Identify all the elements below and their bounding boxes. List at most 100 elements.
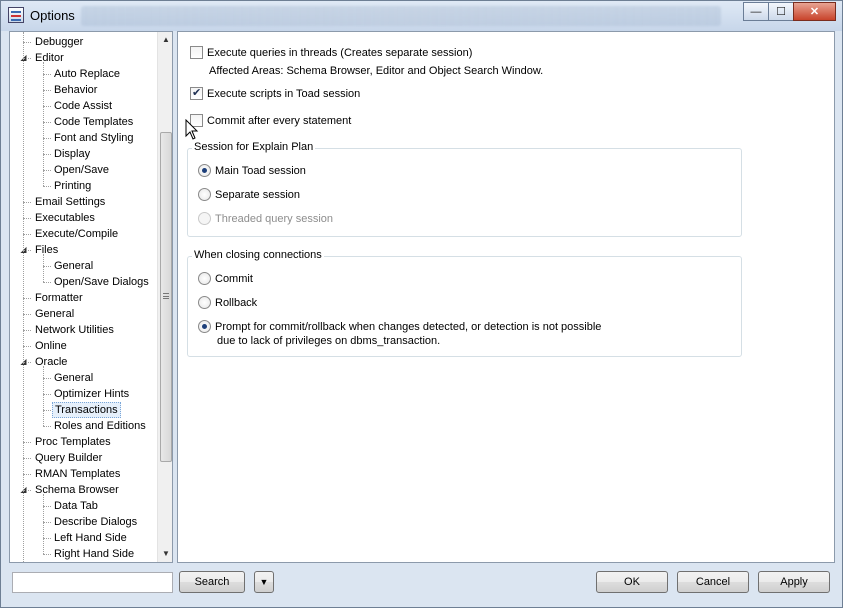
options-tree[interactable]: Debugger ◢ Editor Auto Replace Behavior Code … (9, 31, 173, 563)
radio-rollback[interactable]: Rollback (198, 296, 257, 309)
caption-buttons: — ☐ ✕ (743, 2, 836, 21)
minimize-button[interactable]: — (743, 2, 769, 21)
tree-item-execute-compile[interactable]: Execute/Compile (33, 226, 120, 242)
closing-connections-legend: When closing connections (192, 249, 324, 261)
radio-commit[interactable]: Commit (198, 272, 253, 285)
tree-connector (43, 74, 51, 75)
tree-item-executables[interactable]: Executables (33, 210, 97, 226)
tree-connector (43, 254, 44, 282)
tree-item-rman-templates[interactable]: RMAN Templates (33, 466, 122, 482)
tree-item-formatter[interactable]: Formatter (33, 290, 85, 306)
tree-connector (43, 538, 51, 539)
tree-connector (43, 426, 51, 427)
tree-item-email-settings[interactable]: Email Settings (33, 194, 107, 210)
tree-connector (23, 474, 31, 475)
tree-item-font-and-styling[interactable]: Font and Styling (52, 130, 136, 146)
tree-connector (23, 346, 31, 347)
tree-item-online[interactable]: Online (33, 338, 69, 354)
tree-item-left-hand-side[interactable]: Left Hand Side (52, 530, 129, 546)
tree-item-open-save-dialogs[interactable]: Open/Save Dialogs (52, 274, 151, 290)
radio-prompt[interactable]: Prompt for commit/rollback when changes … (198, 320, 601, 333)
tree-connector (43, 378, 51, 379)
tree-connector (23, 458, 31, 459)
affected-areas-note: Affected Areas: Schema Browser, Editor a… (209, 65, 544, 77)
tree-connector (43, 106, 51, 107)
tree-connector (43, 494, 44, 554)
tree-item-general[interactable]: General (52, 258, 95, 274)
exec-threads-option[interactable]: Execute queries in threads (Creates sepa… (190, 46, 472, 59)
tree-item-behavior[interactable]: Behavior (52, 82, 99, 98)
tree-connector (43, 186, 51, 187)
radio-separate-session[interactable]: Separate session (198, 188, 300, 201)
threaded-query-session-radio (198, 212, 211, 225)
title-bar[interactable]: Options — ☐ ✕ (1, 1, 842, 31)
tree-item-oracle[interactable]: Oracle (33, 354, 69, 370)
maximize-button[interactable]: ☐ (768, 2, 794, 21)
commit-radio[interactable] (198, 272, 211, 285)
tree-item-auto-replace[interactable]: Auto Replace (52, 66, 122, 82)
search-dropdown-chevron-icon[interactable]: ▼ (254, 571, 274, 593)
tree-item-optimizer-hints[interactable]: Optimizer Hints (52, 386, 131, 402)
apply-button[interactable]: Apply (758, 571, 830, 593)
exec-scripts-option[interactable]: Execute scripts in Toad session (190, 86, 361, 100)
search-button[interactable]: Search (179, 571, 245, 593)
separate-session-radio[interactable] (198, 188, 211, 201)
exec-scripts-label: Execute scripts in Toad session (207, 87, 361, 100)
tree-connector (43, 394, 51, 395)
grip-icon (163, 293, 169, 299)
main-toad-session-radio[interactable] (198, 164, 211, 177)
tree-scrollbar[interactable]: ▲ ▼ (157, 32, 172, 562)
prompt-radio[interactable] (198, 320, 211, 333)
prompt-label-line2: due to lack of privileges on dbms_transa… (217, 335, 441, 347)
tree-item-describe-dialogs[interactable]: Describe Dialogs (52, 514, 139, 530)
tree-connector (43, 62, 44, 186)
tree-item-open-save[interactable]: Open/Save (52, 162, 111, 178)
tree-item-printing[interactable]: Printing (52, 178, 93, 194)
tree-item-network-utilities[interactable]: Network Utilities (33, 322, 116, 338)
close-button[interactable]: ✕ (793, 2, 836, 21)
rollback-radio[interactable] (198, 296, 211, 309)
prompt-label-line1: Prompt for commit/rollback when changes … (215, 320, 602, 333)
scroll-up-arrow-icon[interactable]: ▲ (158, 32, 172, 48)
tree-item-schema-browser[interactable]: Schema Browser (33, 482, 121, 498)
cancel-button[interactable]: Cancel (677, 571, 749, 593)
tree-item-general[interactable]: General (33, 306, 76, 322)
tree-item-right-hand-side[interactable]: Right Hand Side (52, 546, 136, 562)
tree-connector (43, 266, 51, 267)
tree-connector (23, 32, 24, 562)
tree-item-display[interactable]: Display (52, 146, 92, 162)
tree-item-code-assist[interactable]: Code Assist (52, 98, 114, 114)
tree-item-editor[interactable]: Editor (33, 50, 66, 66)
tree-item-code-templates[interactable]: Code Templates (52, 114, 135, 130)
tree-item-debugger[interactable]: Debugger (33, 34, 85, 50)
tree-item-data-tab[interactable]: Data Tab (52, 498, 100, 514)
scroll-down-arrow-icon[interactable]: ▼ (158, 546, 172, 562)
tree-item-query-builder[interactable]: Query Builder (33, 450, 104, 466)
tree-connector (43, 170, 51, 171)
window-title: Options (30, 8, 75, 23)
tree-connector (43, 138, 51, 139)
commit-every-label: Commit after every statement (207, 114, 352, 127)
scrollbar-thumb[interactable] (160, 132, 172, 462)
tree-item-transactions[interactable]: Transactions (52, 402, 121, 418)
exec-threads-checkbox[interactable] (190, 46, 203, 59)
blurred-background-toolbar (81, 6, 721, 26)
tree-connector (23, 490, 31, 491)
tree-connector (23, 250, 31, 251)
tree-connector (23, 202, 31, 203)
ok-button[interactable]: OK (596, 571, 668, 593)
exec-threads-label: Execute queries in threads (Creates sepa… (207, 46, 473, 59)
tree-connector (23, 362, 31, 363)
tree-connector (43, 506, 51, 507)
tree-item-files[interactable]: Files (33, 242, 60, 258)
tree-item-roles-and-editions[interactable]: Roles and Editions (52, 418, 148, 434)
radio-main-toad-session[interactable]: Main Toad session (198, 164, 306, 177)
tree-item-general[interactable]: General (52, 370, 95, 386)
exec-scripts-checkbox[interactable] (190, 86, 203, 100)
tree-connector (43, 366, 44, 426)
search-input[interactable] (12, 572, 173, 593)
tree-item-proc-templates[interactable]: Proc Templates (33, 434, 113, 450)
tree-connector (23, 298, 31, 299)
commit-every-option[interactable]: Commit after every statement (190, 114, 351, 127)
tree-connector (43, 154, 51, 155)
